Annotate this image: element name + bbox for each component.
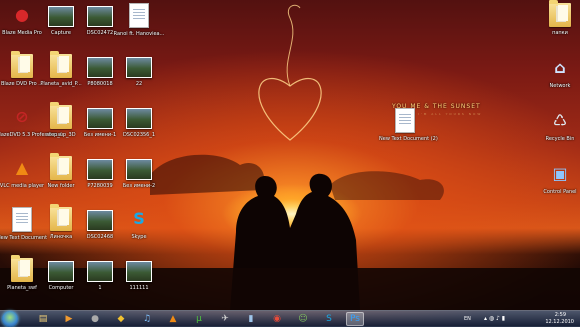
wallpaper-swirl	[286, 4, 301, 87]
application-icon: ▣	[552, 164, 568, 183]
couple-silhouette	[230, 173, 360, 310]
image-thumbnail-icon	[87, 210, 113, 231]
text-document-icon	[12, 207, 32, 232]
folder-icon	[11, 255, 33, 282]
text-document-icon	[395, 108, 415, 133]
taskbar-vlc-icon[interactable]: ▲	[164, 312, 182, 326]
start-button[interactable]	[2, 311, 18, 327]
desktop-icon[interactable]: Ranoi ft. Hanoviea...	[113, 3, 165, 37]
desktop-icon-label: Skype	[131, 234, 147, 240]
desktop: YOU ME & THE SUNSET I'M ALL YOURS NOW ● B…	[0, 0, 580, 326]
clock-date[interactable]: 12.12.2010	[545, 319, 574, 325]
wallpaper-heart-outline	[258, 77, 322, 141]
desktop-icon[interactable]: New Text Document (2)	[379, 108, 438, 142]
image-thumbnail-icon	[126, 108, 152, 129]
image-thumbnail-icon	[87, 6, 113, 27]
wallpaper-cloud-right	[330, 171, 444, 200]
application-icon: ♺	[552, 111, 568, 130]
application-icon: ▲	[15, 158, 29, 177]
taskbar-app-4-icon[interactable]: ▮	[242, 312, 260, 326]
image-thumbnail-icon	[87, 261, 113, 282]
application-icon: ●	[15, 5, 29, 24]
desktop-icon[interactable]: 22	[113, 54, 165, 87]
taskbar-app-3-icon[interactable]: ✈	[216, 312, 234, 326]
desktop-icon-label: DSC02356_1	[122, 132, 156, 138]
desktop-icon-label: Ranoi ft. Hanoviea...	[113, 31, 165, 37]
desktop-icon[interactable]: ⌂ Network	[534, 56, 580, 89]
desktop-icon-label: Без имени-2	[122, 183, 156, 189]
taskbar: ▤ ▶ ● ◆ ♫ ▲ μ ✈ ▮ ◉ ☺ S Ps EN ▴ ◍ ♪ ▮ 2:59 12.12.201…	[0, 310, 580, 327]
language-indicator[interactable]: EN	[464, 316, 471, 322]
taskbar-photoshop-icon[interactable]: Ps	[346, 312, 364, 326]
desktop-icon[interactable]: ♺ Recycle Bin	[534, 109, 580, 142]
image-thumbnail-icon	[87, 159, 113, 180]
image-thumbnail-icon	[126, 57, 152, 78]
taskbar-chrome-icon[interactable]: ◉	[268, 312, 286, 326]
taskbar-itunes-icon[interactable]: ♫	[138, 312, 156, 326]
taskbar-media-player-icon[interactable]: ▶	[60, 312, 78, 326]
taskbar-app-1-icon[interactable]: ●	[86, 312, 104, 326]
desktop-icon[interactable]: папки	[534, 0, 580, 36]
desktop-icon-label: 111111	[129, 285, 149, 291]
folder-icon	[50, 153, 72, 180]
desktop-icon[interactable]: Без имени-2	[113, 156, 165, 189]
desktop-icon-label: New Text Document (2)	[379, 136, 438, 142]
folder-icon	[549, 0, 571, 27]
image-thumbnail-icon	[126, 261, 152, 282]
application-icon: S	[133, 209, 145, 228]
application-icon: ⌂	[554, 58, 566, 77]
clock-time[interactable]: 2:59	[555, 312, 566, 318]
tray-icons[interactable]: ▴ ◍ ♪ ▮	[484, 315, 505, 322]
image-thumbnail-icon	[48, 6, 74, 27]
system-tray: EN ▴ ◍ ♪ ▮ 2:59 12.12.2010	[460, 311, 580, 327]
folder-icon	[50, 51, 72, 78]
desktop-icon-label: папки	[552, 30, 568, 36]
desktop-icon-label: 22	[135, 81, 143, 87]
desktop-icon[interactable]: 111111	[113, 258, 165, 291]
desktop-icon-label: Recycle Bin	[545, 136, 575, 142]
folder-icon	[50, 102, 72, 129]
desktop-icon[interactable]: DSC02356_1	[113, 105, 165, 138]
taskbar-explorer-icon[interactable]: ▤	[34, 312, 52, 326]
taskbar-app-5-icon[interactable]: ☺	[294, 312, 312, 326]
image-thumbnail-icon	[126, 159, 152, 180]
taskbar-app-2-icon[interactable]: ◆	[112, 312, 130, 326]
image-thumbnail-icon	[87, 57, 113, 78]
wallpaper-cloud-left	[150, 154, 265, 195]
desktop-icon-label: Network	[549, 83, 571, 89]
application-icon: ⊘	[15, 107, 29, 126]
folder-icon	[50, 204, 72, 231]
text-document-icon	[129, 3, 149, 28]
taskbar-skype-icon[interactable]: S	[320, 312, 338, 326]
taskbar-utorrent-icon[interactable]: μ	[190, 312, 208, 326]
desktop-icon[interactable]: S Skype	[113, 207, 165, 240]
desktop-icon[interactable]: ▣ Control Panel	[534, 162, 580, 195]
desktop-icon-label: Control Panel	[543, 189, 577, 195]
image-thumbnail-icon	[87, 108, 113, 129]
image-thumbnail-icon	[48, 261, 74, 282]
folder-icon	[11, 51, 33, 78]
